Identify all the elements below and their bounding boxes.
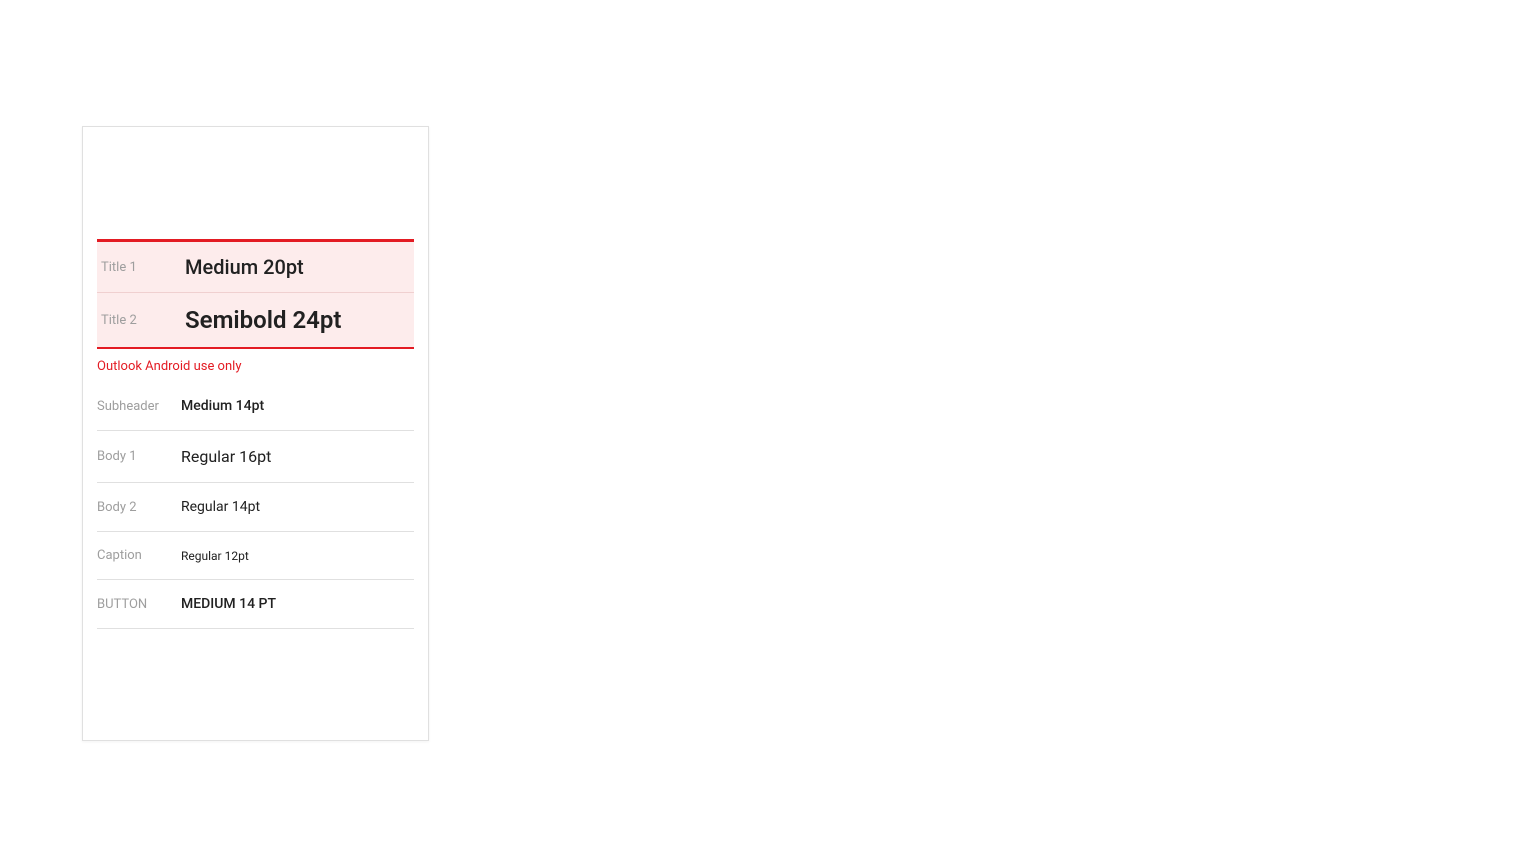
type-value: Semibold 24pt: [185, 306, 341, 334]
type-value: Regular 16pt: [181, 447, 271, 466]
type-value: MEDIUM 14 PT: [181, 596, 276, 612]
typography-spec-card: Title 1 Medium 20pt Title 2 Semibold 24p…: [82, 126, 429, 741]
type-label: Body 1: [97, 449, 181, 464]
card-content: Title 1 Medium 20pt Title 2 Semibold 24p…: [83, 127, 428, 629]
standard-rows: Subheader Medium 14pt Body 1 Regular 16p…: [97, 382, 414, 629]
type-row-subheader: Subheader Medium 14pt: [97, 382, 414, 431]
type-label: Title 2: [101, 313, 185, 328]
type-label: Title 1: [101, 260, 185, 275]
type-label: Body 2: [97, 500, 181, 515]
type-row-title1: Title 1 Medium 20pt: [97, 242, 414, 293]
type-value: Medium 20pt: [185, 255, 304, 279]
type-value: Regular 12pt: [181, 549, 249, 563]
type-label: BUTTON: [97, 597, 181, 612]
type-value: Medium 14pt: [181, 398, 264, 414]
highlight-annotation: Outlook Android use only: [83, 349, 428, 382]
type-label: Caption: [97, 548, 181, 563]
type-row-body2: Body 2 Regular 14pt: [97, 483, 414, 532]
type-row-caption: Caption Regular 12pt: [97, 532, 414, 580]
type-row-title2: Title 2 Semibold 24pt: [97, 293, 414, 347]
type-value: Regular 14pt: [181, 499, 260, 515]
highlighted-section: Title 1 Medium 20pt Title 2 Semibold 24p…: [97, 239, 414, 349]
type-label: Subheader: [97, 399, 181, 414]
type-row-button: BUTTON MEDIUM 14 PT: [97, 580, 414, 629]
type-row-body1: Body 1 Regular 16pt: [97, 431, 414, 483]
